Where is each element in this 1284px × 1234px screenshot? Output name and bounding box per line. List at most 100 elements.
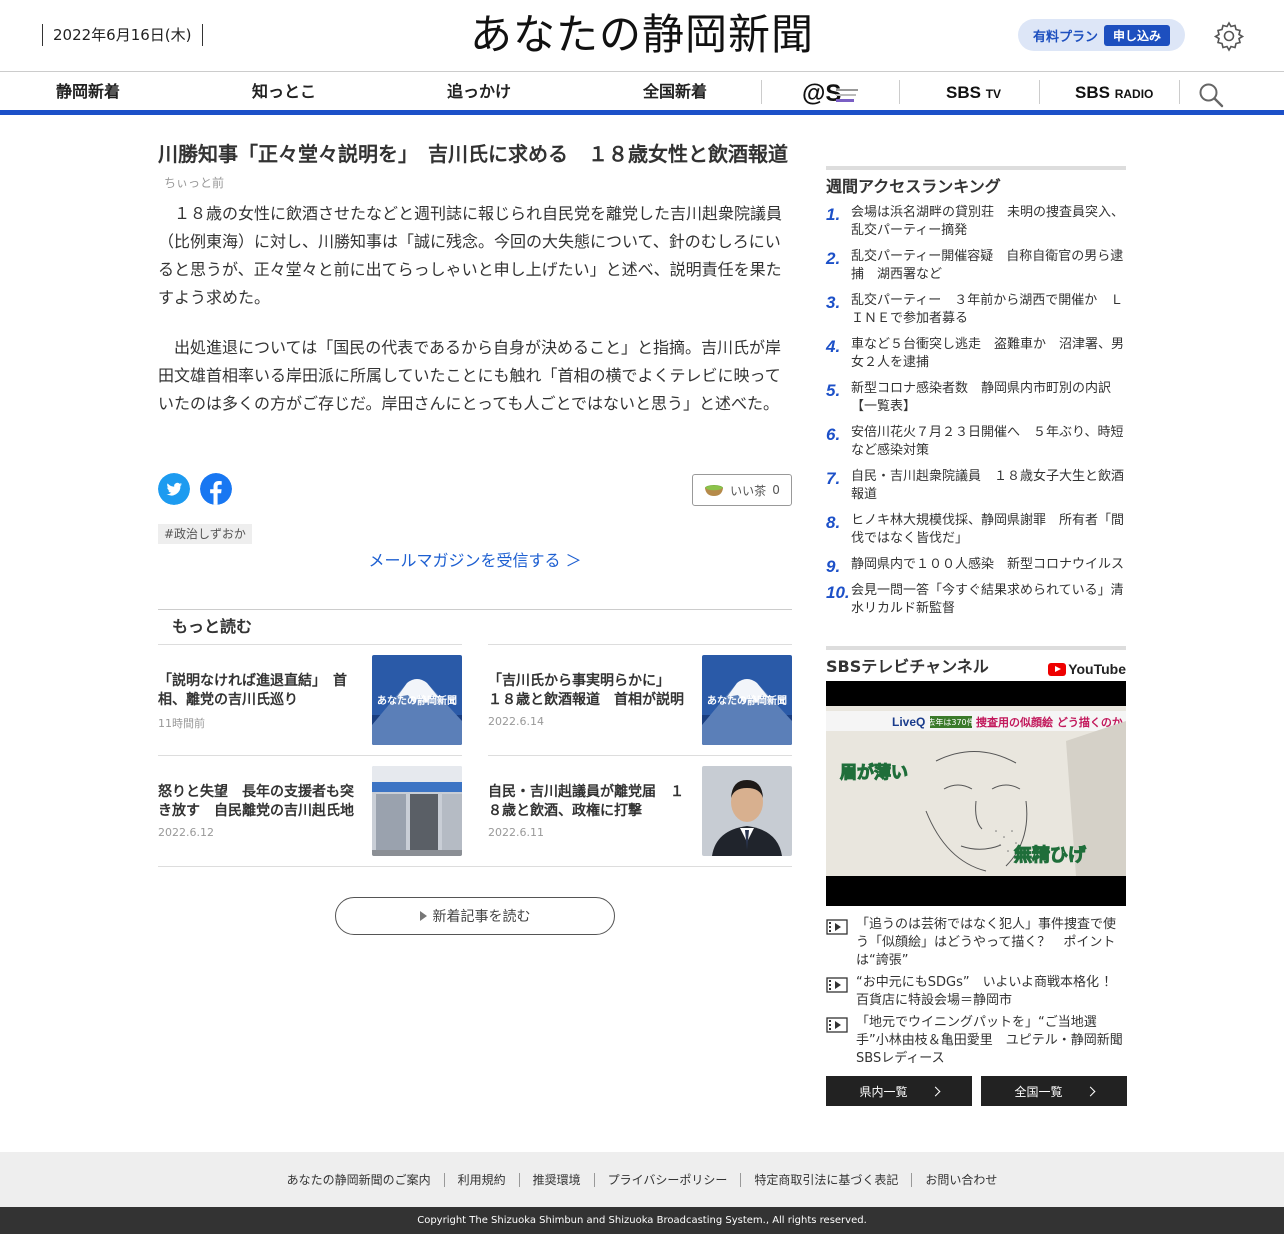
- thumbnail-logo-text: あなたの静岡新聞: [377, 694, 457, 707]
- nav-item-shizuoka-new[interactable]: 静岡新着: [56, 81, 120, 103]
- search-icon[interactable]: [1198, 82, 1224, 108]
- youtube-logo[interactable]: YouTube: [1048, 658, 1126, 680]
- footer-link-environment[interactable]: 推奨環境: [520, 1172, 595, 1187]
- ranking-item[interactable]: 10. 会見一問一答「今すぐ結果求められている」清水リカルド新監督: [826, 582, 1126, 626]
- related-article-date: 2022.6.11: [488, 826, 544, 839]
- ranking-text[interactable]: 静岡県内で１００人感染 新型コロナウイルス: [851, 557, 1124, 572]
- newsletter-link[interactable]: メールマガジンを受信する ＞: [158, 550, 792, 572]
- ranking-number: 10.: [826, 583, 850, 602]
- ranking-item[interactable]: 2. 乱交パーティー開催容疑 自称自衛官の男ら逮捕 湖西署など: [826, 248, 1126, 292]
- nav-item-shittoko[interactable]: 知っとこ: [252, 81, 316, 103]
- ranking-text[interactable]: 会場は浜名湖畔の貸別荘 未明の捜査員突入、乱交パーティー摘発: [851, 205, 1124, 238]
- local-list-button[interactable]: 県内一覧: [826, 1076, 972, 1106]
- video-caption-right: 無精ひげ: [1014, 844, 1087, 866]
- related-article-card[interactable]: 怒りと失望 長年の支援者も突き放す 自民離党の吉川赳氏地元 2022.6.12: [158, 755, 462, 866]
- ranking-item[interactable]: 1. 会場は浜名湖畔の貸別荘 未明の捜査員突入、乱交パーティー摘発: [826, 204, 1126, 248]
- footer-links: あなたの静岡新聞のご案内 利用規約 推奨環境 プライバシーポリシー 特定商取引法…: [0, 1152, 1284, 1207]
- ranking-text[interactable]: ヒノキ林大規模伐採、静岡県謝罪 所有者「間伐ではなく皆伐だ」: [851, 513, 1124, 546]
- related-article-card[interactable]: 「吉川氏から事実明らかに」 １８歳と飲酒報道 首相が説明求める 2022.6.1…: [488, 644, 792, 755]
- ranking-item[interactable]: 8. ヒノキ林大規模伐採、静岡県謝罪 所有者「間伐ではなく皆伐だ」: [826, 512, 1126, 556]
- nav-item-okkake[interactable]: 追っかけ: [447, 81, 511, 103]
- nav-divider: [899, 80, 900, 104]
- video-title[interactable]: 「地元でウイニングパットを」“ご当地選手”小林由枝＆亀田愛里 ユピテル・静岡新聞…: [856, 1015, 1123, 1066]
- footer-link-about[interactable]: あなたの静岡新聞のご案内: [274, 1172, 445, 1187]
- ranking-number: 5.: [826, 381, 841, 400]
- footer-link-privacy[interactable]: プライバシーポリシー: [595, 1172, 742, 1187]
- read-latest-button[interactable]: 新着記事を読む: [335, 897, 615, 935]
- related-article-date: 11時間前: [158, 717, 205, 730]
- video-player[interactable]: LiveQ 去年は370件 捜査用の似顔絵 どう描くのか 眉が薄い 無精ひげ: [826, 681, 1126, 906]
- ranking-text[interactable]: 乱交パーティー ３年前から湖西で開催か ＬＩＮＥで参加者募る: [851, 293, 1123, 326]
- good-tea-count: 0: [772, 483, 780, 497]
- site-header: 2022年6月16日(木) あなたの静岡新聞 有料プラン 申し込み: [0, 0, 1284, 72]
- paid-plan-banner[interactable]: 有料プラン 申し込み: [1018, 19, 1185, 51]
- ranking-item[interactable]: 7. 自民・吉川赳衆院議員 １８歳女子大生と飲酒報道: [826, 468, 1126, 512]
- read-more-divider: [158, 866, 792, 867]
- ranking-number: 4.: [826, 337, 841, 356]
- sidebar: 週間アクセスランキング 1. 会場は浜名湖畔の貸別荘 未明の捜査員突入、乱交パーテ…: [826, 166, 1127, 1106]
- video-title[interactable]: 「追うのは芸術ではなく犯人」事件捜査で使う「似顔絵」はどうやって描く？ ポイント…: [856, 917, 1116, 968]
- paid-plan-label: 有料プラン: [1032, 29, 1098, 45]
- mount-fuji-thumbnail[interactable]: あなたの静岡新聞: [372, 655, 462, 745]
- at-s-logo-icon[interactable]: @S: [802, 79, 860, 107]
- mount-fuji-thumbnail[interactable]: あなたの静岡新聞: [702, 655, 792, 745]
- ranking-text[interactable]: 安倍川花火７月２３日開催へ ５年ぶり、時短など感染対策: [851, 425, 1123, 458]
- sbs-radio-suffix: RADIO: [1114, 87, 1154, 101]
- settings-gear-icon[interactable]: [1213, 20, 1245, 52]
- ranking-text[interactable]: 会見一問一答「今すぐ結果求められている」清水リカルド新監督: [851, 583, 1124, 616]
- sbs-tv-label: SBS: [946, 83, 981, 102]
- subscribe-button[interactable]: 申し込み: [1104, 24, 1171, 46]
- video-banner-sub: 去年は370件: [927, 717, 974, 727]
- ranking-text[interactable]: 乱交パーティー開催容疑 自称自衛官の男ら逮捕 湖西署など: [851, 249, 1123, 282]
- video-list-item[interactable]: “お中元にもSDGs” いよいよ商戦本格化 ！百貨店に特設会場＝静岡市: [826, 974, 1126, 1010]
- sbs-tv-channel-header: SBSテレビチャンネル YouTube: [826, 646, 1126, 678]
- ranking-item[interactable]: 9. 静岡県内で１００人感染 新型コロナウイルス: [826, 556, 1126, 582]
- related-article-title[interactable]: 自民・吉川赳議員が離党届 １８歳と飲酒、政権に打撃: [488, 783, 686, 821]
- related-article-card[interactable]: 自民・吉川赳議員が離党届 １８歳と飲酒、政権に打撃 2022.6.11: [488, 755, 792, 866]
- ranking-item[interactable]: 6. 安倍川花火７月２３日開催へ ５年ぶり、時短など感染対策: [826, 424, 1126, 468]
- footer-link-contact[interactable]: お問い合わせ: [912, 1173, 1010, 1187]
- storefront-thumbnail[interactable]: [372, 766, 462, 856]
- good-tea-button[interactable]: いい茶 0: [692, 474, 792, 506]
- sbs-tv-suffix: TV: [985, 87, 1002, 101]
- video-title[interactable]: “お中元にもSDGs” いよいよ商戦本格化 ！百貨店に特設会場＝静岡市: [856, 975, 1116, 1008]
- video-list-item[interactable]: 「地元でウイニングパットを」“ご当地選手”小林由枝＆亀田愛里 ユピテル・静岡新聞…: [826, 1014, 1126, 1068]
- nav-item-national-new[interactable]: 全国新着: [643, 81, 707, 103]
- ranking-text[interactable]: 車など５台衝突し逃走 盗難車か 沼津署、男女２人を逮捕: [851, 337, 1124, 370]
- ranking-text[interactable]: 自民・吉川赳衆院議員 １８歳女子大生と飲酒報道: [851, 469, 1124, 502]
- sbs-tv-channel-title: SBSテレビチャンネル: [826, 657, 989, 676]
- ranking-number: 7.: [826, 469, 841, 488]
- youtube-play-icon: [1048, 662, 1067, 676]
- video-icon: [826, 977, 848, 993]
- article-time: ちぃっと前: [164, 176, 225, 190]
- ranking-item[interactable]: 4. 車など５台衝突し逃走 盗難車か 沼津署、男女２人を逮捕: [826, 336, 1126, 380]
- ranking-number: 9.: [826, 557, 841, 576]
- footer-link-terms[interactable]: 利用規約: [445, 1172, 520, 1187]
- twitter-share-icon[interactable]: [158, 473, 190, 505]
- article-tag[interactable]: #政治しずおか: [158, 524, 252, 544]
- video-caption-left: 眉が薄い: [840, 762, 908, 783]
- ranking-item[interactable]: 3. 乱交パーティー ３年前から湖西で開催か ＬＩＮＥで参加者募る: [826, 292, 1126, 336]
- footer-link-commerce-law[interactable]: 特定商取引法に基づく表記: [741, 1172, 913, 1187]
- facebook-share-icon[interactable]: [200, 473, 232, 505]
- related-article-title[interactable]: 怒りと失望 長年の支援者も突き放す 自民離党の吉川赳氏地元: [158, 783, 356, 821]
- portrait-thumbnail[interactable]: [702, 766, 792, 856]
- related-article-title[interactable]: 「説明なければ進退直結」 首相、離党の吉川氏巡り: [158, 672, 356, 710]
- nav-sbs-tv-logo[interactable]: SBS TV: [946, 83, 1001, 104]
- article-paragraph: １８歳の女性に飲酒させたなどと週刊誌に報じられ自民党を離党した吉川赳衆院議員（比…: [158, 204, 783, 307]
- nav-divider: [1039, 80, 1040, 104]
- ranking-text[interactable]: 新型コロナ感染者数 静岡県内市町別の内訳【一覧表】: [851, 381, 1111, 414]
- ranking-number: 8.: [826, 513, 841, 532]
- related-article-card[interactable]: 「説明なければ進退直結」 首相、離党の吉川氏巡り 11時間前 あなたの静岡新聞: [158, 644, 462, 755]
- ranking-item[interactable]: 5. 新型コロナ感染者数 静岡県内市町別の内訳【一覧表】: [826, 380, 1126, 424]
- main-nav: 静岡新着 知っとこ 追っかけ 全国新着 @S SBS TV SBS RADIO: [0, 72, 1284, 112]
- national-list-button[interactable]: 全国一覧: [981, 1076, 1127, 1106]
- ranking-title: 週間アクセスランキング: [826, 166, 1126, 198]
- ranking-number: 3.: [826, 293, 841, 312]
- nav-sbs-radio-logo[interactable]: SBS RADIO: [1075, 83, 1153, 104]
- read-latest-label: 新着記事を読む: [432, 909, 531, 925]
- related-article-title[interactable]: 「吉川氏から事実明らかに」 １８歳と飲酒報道 首相が説明求める: [488, 672, 686, 710]
- article: 川勝知事「正々堂々説明を」 吉川氏に求める １８歳女性と飲酒報道 ちぃっと前 １…: [158, 140, 792, 935]
- video-list-item[interactable]: 「追うのは芸術ではなく犯人」事件捜査で使う「似顔絵」はどうやって描く？ ポイント…: [826, 916, 1126, 970]
- video-banner-text: 捜査用の似顔絵 どう描くのか: [976, 715, 1123, 729]
